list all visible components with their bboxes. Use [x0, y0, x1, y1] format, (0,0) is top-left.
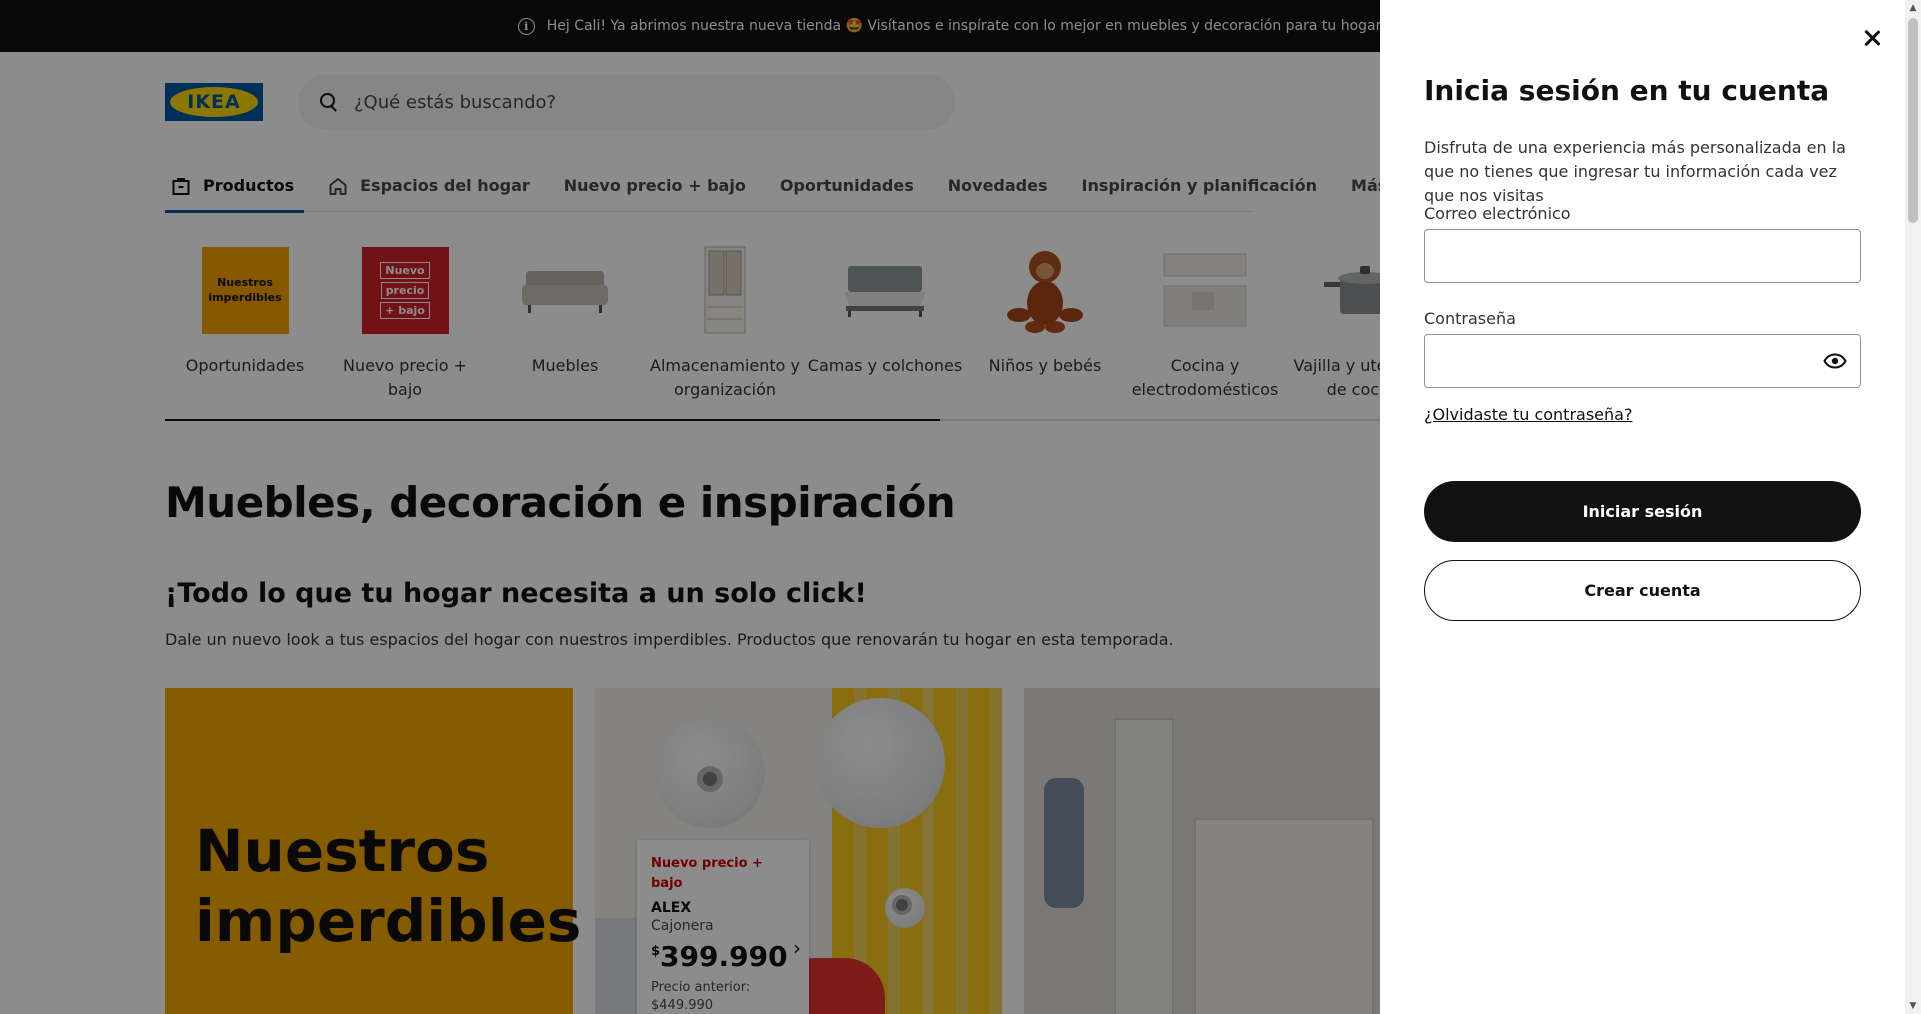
login-panel: Inicia sesión en tu cuenta Disfruta de u…	[1380, 0, 1905, 1014]
forgot-password-link[interactable]: ¿Olvidaste tu contraseña?	[1424, 405, 1632, 424]
scrollbar-thumb[interactable]	[1908, 18, 1918, 223]
page-scrollbar[interactable]: ▲ ▼	[1905, 0, 1921, 1014]
show-password-icon[interactable]	[1820, 347, 1850, 375]
scroll-up-arrow-icon[interactable]: ▲	[1905, 0, 1921, 16]
close-icon	[1864, 30, 1880, 46]
scroll-down-arrow-icon[interactable]: ▼	[1905, 998, 1921, 1014]
login-button[interactable]: Iniciar sesión	[1424, 481, 1861, 542]
login-description: Disfruta de una experiencia más personal…	[1424, 138, 1846, 205]
close-button[interactable]	[1856, 22, 1888, 54]
email-field[interactable]	[1424, 229, 1861, 283]
email-label: Correo electrónico	[1424, 204, 1571, 223]
password-label: Contraseña	[1424, 309, 1516, 328]
create-account-button[interactable]: Crear cuenta	[1424, 560, 1861, 621]
password-field[interactable]	[1424, 334, 1861, 388]
login-title: Inicia sesión en tu cuenta	[1424, 74, 1830, 107]
